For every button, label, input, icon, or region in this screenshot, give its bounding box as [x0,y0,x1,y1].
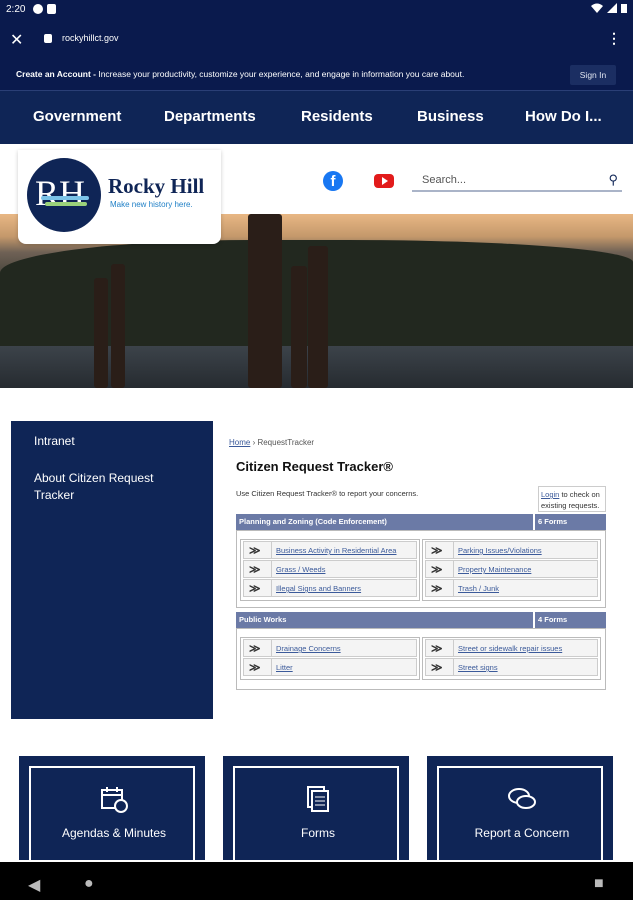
breadcrumb-home[interactable]: Home [229,438,250,447]
browser-menu-icon[interactable]: ⋮ [607,30,621,47]
browser-toolbar: ✕ rockyhillct.gov ⋮ [0,20,633,60]
sidebar-item-about[interactable]: About Citizen Request Tracker [34,470,194,504]
facebook-icon[interactable]: f [323,171,343,191]
home-icon[interactable]: ● [84,875,94,893]
list-item[interactable]: ≫ Parking Issues/Violations [425,541,598,559]
account-message-text: Increase your productivity, customize yo… [95,69,465,79]
search-icon[interactable]: ⚲ [608,168,618,192]
list-item[interactable]: ≫ Drainage Concerns [243,639,417,657]
form-link[interactable]: Litter [276,663,293,672]
breadcrumb: Home › RequestTracker [229,438,314,447]
form-link[interactable]: Street or sidewalk repair issues [458,644,562,653]
list-item[interactable]: ≫ Grass / Weeds [243,560,417,578]
search-input[interactable]: Search... ⚲ [412,168,622,192]
notification-icon [33,4,43,14]
page-title: Citizen Request Tracker® [236,459,393,474]
url-text[interactable]: rockyhillct.gov [62,33,119,43]
logo-name: Rocky Hill [108,174,205,198]
form-column: ≫ Business Activity in Residential Area ≫… [240,539,420,601]
double-chevron-icon: ≫ [249,583,261,595]
section-body: ≫ Drainage Concerns ≫ Litter ≫ Street or si… [236,628,606,690]
login-box: Login to check on existing requests. [538,486,606,512]
section-count: 6 Forms [533,514,606,530]
form-link[interactable]: Grass / Weeds [276,565,325,574]
list-item[interactable]: ≫ Trash / Junk [425,579,598,597]
recents-icon[interactable]: ■ [594,875,604,893]
close-tab-icon[interactable]: ✕ [10,30,23,50]
side-navigation: Intranet About Citizen Request Tracker [11,421,213,719]
tile-forms[interactable]: Forms [223,756,409,860]
status-bar: 2:20 [0,0,633,20]
system-icons [591,3,627,13]
logo-seal: RH [27,158,101,232]
form-link[interactable]: Illegal Signs and Banners [276,584,361,593]
list-item[interactable]: ≫ Litter [243,658,417,676]
form-column: ≫ Parking Issues/Violations ≫ Property Mai… [422,539,601,601]
main-nav: Government Departments Residents Busines… [0,90,633,144]
system-nav-bar: ◀ ● ■ [0,862,633,900]
form-column: ≫ Street or sidewalk repair issues ≫ Stree… [422,637,601,680]
nav-departments[interactable]: Departments [164,108,256,125]
sidebar-item-intranet[interactable]: Intranet [34,433,194,450]
nav-government[interactable]: Government [33,108,121,125]
create-account-link[interactable]: Create an Account - [16,69,96,79]
site-logo[interactable]: RH Rocky Hill Make new history here. [18,150,221,244]
list-item[interactable]: ≫ Illegal Signs and Banners [243,579,417,597]
form-link[interactable]: Business Activity in Residential Area [276,546,396,555]
section-count: 4 Forms [533,612,606,628]
calendar-icon [101,787,128,813]
tile-report-concern[interactable]: Report a Concern [427,756,613,860]
notification-icon [47,4,56,14]
list-item[interactable]: ≫ Street signs [425,658,598,676]
nav-how-do-i[interactable]: How Do I... [525,108,602,125]
double-chevron-icon: ≫ [249,662,261,674]
section-body: ≫ Business Activity in Residential Area ≫… [236,530,606,608]
double-chevron-icon: ≫ [249,545,261,557]
list-item[interactable]: ≫ Street or sidewalk repair issues [425,639,598,657]
section-header: Planning and Zoning (Code Enforcement) 6… [236,514,606,530]
form-link[interactable]: Property Maintenance [458,565,531,574]
status-time: 2:20 [6,4,26,15]
back-icon[interactable]: ◀ [28,875,40,895]
youtube-icon[interactable] [374,174,394,188]
form-link[interactable]: Drainage Concerns [276,644,341,653]
double-chevron-icon: ≫ [431,583,443,595]
list-item[interactable]: ≫ Property Maintenance [425,560,598,578]
tile-label: Agendas & Minutes [61,826,167,840]
double-chevron-icon: ≫ [431,545,443,557]
documents-icon [307,786,329,812]
nav-residents[interactable]: Residents [301,108,373,125]
double-chevron-icon: ≫ [249,643,261,655]
tile-agendas-minutes[interactable]: Agendas & Minutes [19,756,205,860]
logo-initials: RH [35,173,86,213]
tile-label: Report a Concern [474,826,570,840]
sign-in-button[interactable]: Sign In [570,65,616,85]
nav-business[interactable]: Business [417,108,484,125]
form-link[interactable]: Parking Issues/Violations [458,546,542,555]
search-placeholder: Search... [422,174,467,186]
form-link[interactable]: Street signs [458,663,498,672]
double-chevron-icon: ≫ [431,643,443,655]
section-title: Planning and Zoning (Code Enforcement) [239,517,387,526]
wifi-icon [591,3,603,13]
double-chevron-icon: ≫ [249,564,261,576]
logo-tagline: Make new history here. [110,200,193,209]
login-link[interactable]: Login [541,490,559,499]
section-title: Public Works [239,615,287,624]
breadcrumb-current: RequestTracker [257,438,315,447]
double-chevron-icon: ≫ [431,564,443,576]
battery-icon [621,4,627,13]
account-message: Create an Account - Increase your produc… [16,69,464,79]
lock-icon [44,34,52,43]
account-banner: Create an Account - Increase your produc… [0,60,633,90]
form-link[interactable]: Trash / Junk [458,584,499,593]
section-header: Public Works 4 Forms [236,612,606,628]
intro-text: Use Citizen Request Tracker® to report y… [236,489,419,498]
form-column: ≫ Drainage Concerns ≫ Litter [240,637,420,680]
double-chevron-icon: ≫ [431,662,443,674]
tile-label: Forms [301,826,335,840]
signal-icon [607,3,617,13]
chat-bubbles-icon [508,788,536,809]
list-item[interactable]: ≫ Business Activity in Residential Area [243,541,417,559]
